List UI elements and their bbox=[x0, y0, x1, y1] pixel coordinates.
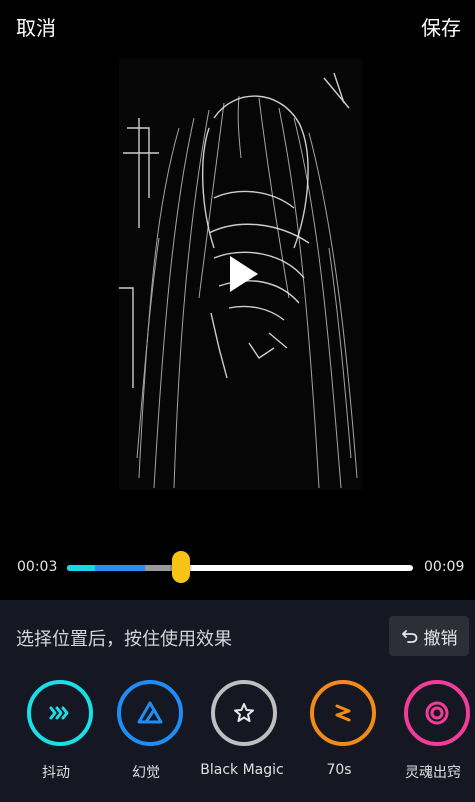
effect-label: 70s bbox=[326, 762, 352, 778]
progress-track[interactable] bbox=[67, 565, 413, 571]
current-time: 00:03 bbox=[17, 559, 58, 575]
effect-item-soul[interactable]: 灵魂出窍 bbox=[391, 678, 475, 788]
effect-circle bbox=[310, 680, 376, 746]
effect-item-black-magic[interactable]: Black Magic bbox=[198, 678, 288, 788]
effect-circle bbox=[404, 680, 470, 746]
shake-icon bbox=[49, 706, 69, 720]
video-effect-editor: 取消 保存 00:03 00:09 选择位置后，按住使用效果 撤销 抖动 幻觉 … bbox=[0, 0, 475, 802]
effect-segment-shake bbox=[67, 565, 95, 571]
undo-button[interactable]: 撤销 bbox=[389, 616, 469, 656]
effect-circle bbox=[27, 680, 93, 746]
cancel-button[interactable]: 取消 bbox=[16, 12, 56, 41]
effect-item-illusion[interactable]: 幻觉 bbox=[104, 678, 194, 788]
effect-circle bbox=[117, 680, 183, 746]
save-button[interactable]: 保存 bbox=[421, 12, 461, 41]
effect-label: 幻觉 bbox=[132, 765, 160, 781]
undo-icon bbox=[401, 630, 417, 643]
effect-label: 灵魂出窍 bbox=[405, 765, 461, 781]
effect-label: 抖动 bbox=[42, 765, 70, 781]
star-icon bbox=[234, 703, 254, 722]
soul-ring-icon bbox=[425, 701, 449, 725]
playhead-handle[interactable] bbox=[172, 551, 190, 583]
effect-segment-illusion bbox=[95, 565, 145, 571]
effect-circle bbox=[211, 680, 277, 746]
effect-item-70s[interactable]: 70s bbox=[297, 678, 387, 788]
effect-label: Black Magic bbox=[200, 762, 284, 778]
play-icon[interactable] bbox=[218, 250, 266, 298]
effect-item-shake[interactable]: 抖动 bbox=[14, 678, 104, 788]
effects-panel: 选择位置后，按住使用效果 撤销 抖动 幻觉 Black Magic 70s 灵魂… bbox=[0, 600, 475, 802]
effects-list: 抖动 幻觉 Black Magic 70s 灵魂出窍 bbox=[0, 678, 475, 788]
seventies-icon bbox=[335, 704, 351, 722]
triangle-icon bbox=[137, 701, 163, 724]
undo-label: 撤销 bbox=[423, 628, 458, 649]
top-bar: 取消 保存 bbox=[0, 0, 475, 52]
hint-text: 选择位置后，按住使用效果 bbox=[16, 629, 232, 650]
total-time: 00:09 bbox=[424, 559, 465, 575]
video-preview[interactable] bbox=[119, 58, 362, 490]
